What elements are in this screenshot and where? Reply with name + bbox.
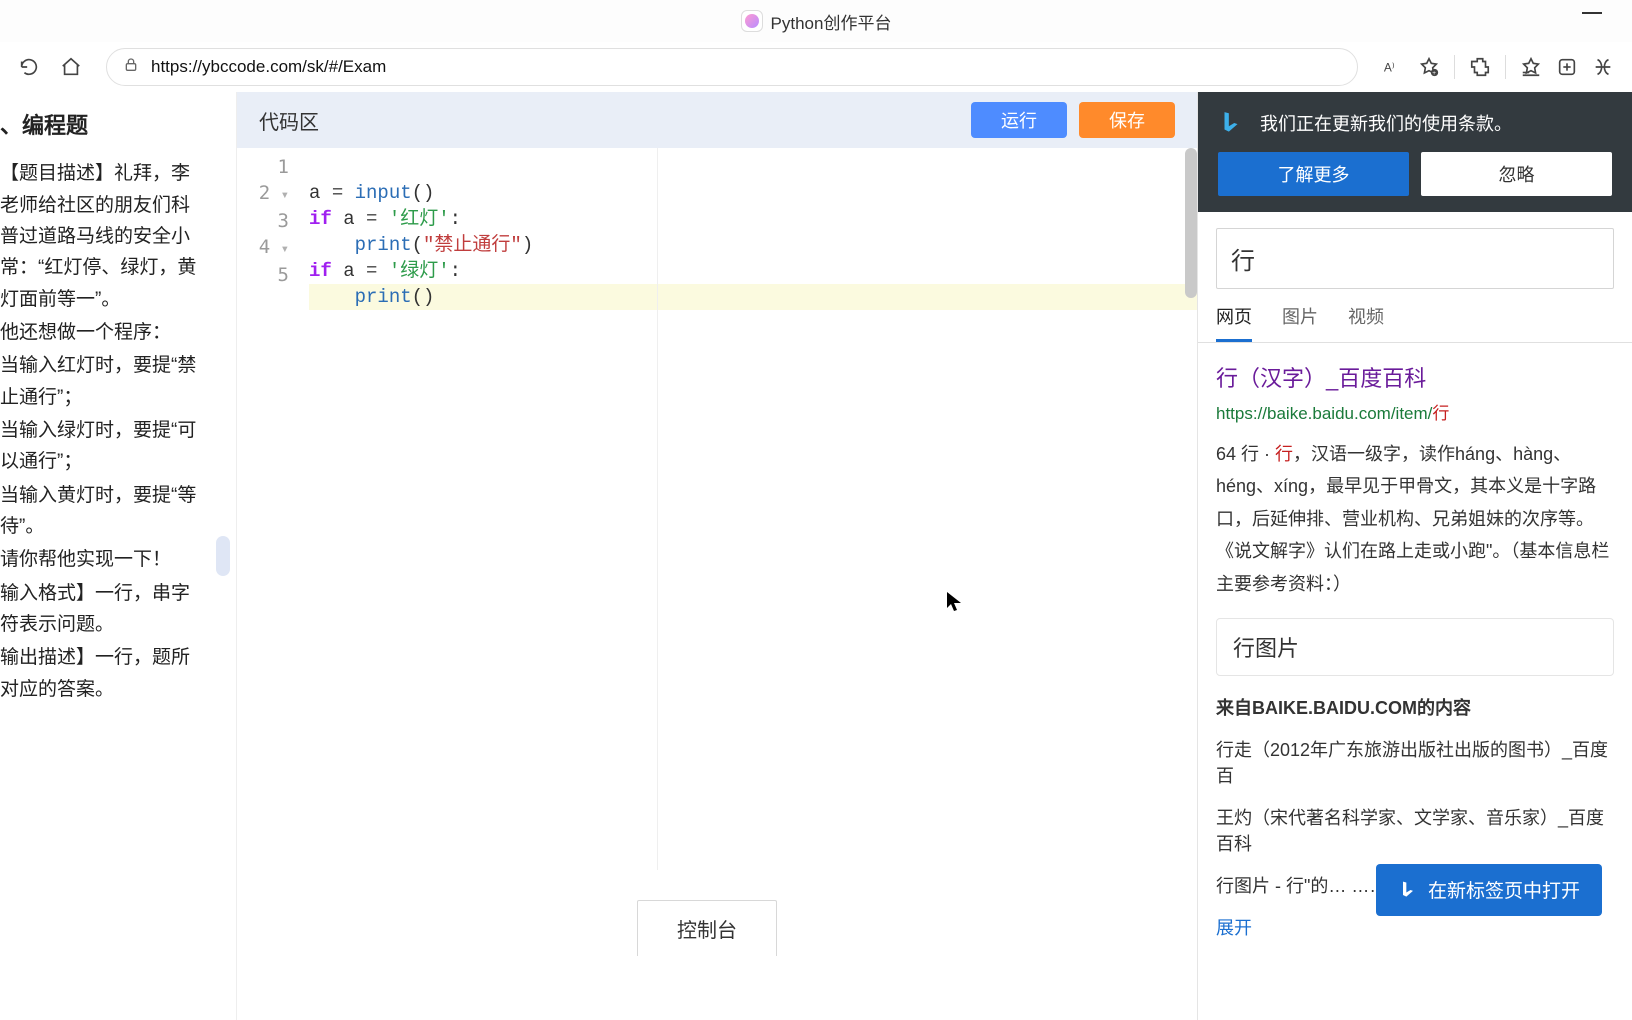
refresh-button[interactable]	[12, 50, 46, 84]
bing-results: 行（汉字）_百度百科 https://baike.baidu.com/item/…	[1198, 343, 1632, 940]
bing-learn-more-button[interactable]: 了解更多	[1218, 152, 1409, 196]
editor-header: 代码区 运行 保存	[237, 92, 1197, 148]
lock-icon	[123, 57, 139, 78]
favorites-list-icon[interactable]	[1514, 50, 1548, 84]
bing-ignore-button[interactable]: 忽略	[1421, 152, 1612, 196]
run-button[interactable]: 运行	[971, 102, 1067, 138]
result-title[interactable]: 行（汉字）_百度百科	[1216, 361, 1614, 393]
window-titlebar: Python创作平台	[0, 0, 1632, 42]
code-editor[interactable]: 1 2 ▾ 3 4 ▾ 5 a = input() if a = '红灯': p…	[237, 148, 1197, 870]
save-button[interactable]: 保存	[1079, 102, 1175, 138]
result-link[interactable]: 行走（2012年广东旅游出版社出版的图书）_百度百	[1216, 736, 1614, 788]
bing-b-icon	[1398, 880, 1418, 900]
svg-text:A⁾: A⁾	[1384, 61, 1395, 75]
problem-text: 当输入黄灯时，要提“等待”。	[0, 480, 206, 543]
svg-text:+: +	[1432, 70, 1436, 77]
console-tab[interactable]: 控制台	[637, 900, 777, 956]
read-aloud-icon[interactable]: A⁾	[1376, 50, 1410, 84]
result-url[interactable]: https://baike.baidu.com/item/行	[1216, 399, 1614, 424]
editor-area-label: 代码区	[259, 106, 959, 135]
line-gutter: 1 2 ▾ 3 4 ▾ 5	[237, 148, 297, 870]
problem-text: 输入格式】一行，串字符表示问题。	[0, 578, 206, 641]
home-button[interactable]	[54, 50, 88, 84]
url-text: https://ybccode.com/sk/#/Exam	[151, 57, 386, 77]
code-content[interactable]: a = input() if a = '红灯': print("禁止通行") i…	[297, 148, 1197, 870]
bing-sidebar: 我们正在更新我们的使用条款。 了解更多 忽略 行 网页 图片 视频 行（汉字）_…	[1197, 92, 1632, 1020]
favorite-icon[interactable]: +	[1412, 50, 1446, 84]
problem-text: 输出描述】一行，题所对应的答案。	[0, 642, 206, 705]
result-image-card[interactable]: 行图片	[1216, 618, 1614, 676]
editor-scrollbar[interactable]	[1185, 148, 1197, 298]
problem-heading: 、编程题	[0, 108, 206, 144]
address-bar[interactable]: https://ybccode.com/sk/#/Exam	[106, 48, 1358, 86]
problem-text: 当输入绿灯时，要提“可以通行”；	[0, 415, 206, 478]
bing-tab-video[interactable]: 视频	[1348, 303, 1384, 342]
bing-tab-web[interactable]: 网页	[1216, 303, 1252, 342]
result-expand[interactable]: 展开	[1216, 914, 1614, 940]
browser-toolbar: https://ybccode.com/sk/#/Exam A⁾ +	[0, 42, 1632, 92]
bing-logo-icon	[1218, 110, 1244, 136]
minimize-icon[interactable]	[1582, 12, 1602, 14]
result-from-label: 来自BAIKE.BAIDU.COM的内容	[1216, 694, 1614, 720]
mouse-cursor	[947, 592, 961, 612]
window-title: Python创作平台	[771, 9, 892, 34]
problem-text: 【题目描述】礼拜，李老师给社区的朋友们科普过道路马线的安全小常：“红灯停、绿灯，…	[0, 158, 206, 315]
bing-search-input[interactable]: 行	[1216, 228, 1614, 289]
open-in-new-tab-button[interactable]: 在新标签页中打开	[1376, 864, 1602, 916]
problem-text: 当输入红灯时，要提“禁止通行”；	[0, 350, 206, 413]
problem-text: 他还想做一个程序：	[0, 317, 206, 348]
extensions-icon[interactable]	[1463, 50, 1497, 84]
bing-terms-text: 我们正在更新我们的使用条款。	[1260, 110, 1512, 136]
editor-panel: 代码区 运行 保存 1 2 ▾ 3 4 ▾ 5 a = input() if a…	[236, 92, 1197, 1020]
bing-terms-banner: 我们正在更新我们的使用条款。 了解更多 忽略	[1198, 92, 1632, 212]
bing-tab-image[interactable]: 图片	[1282, 303, 1318, 342]
problem-panel: 、编程题 【题目描述】礼拜，李老师给社区的朋友们科普过道路马线的安全小常：“红灯…	[0, 92, 210, 1020]
collections-icon[interactable]	[1550, 50, 1584, 84]
problem-text: 请你帮他实现一下！	[0, 544, 206, 575]
browser-menu-icon[interactable]	[1586, 50, 1620, 84]
result-snippet: 64 行 · 行，汉语一级字，读作háng、hàng、héng、xíng，最早见…	[1216, 438, 1614, 600]
result-link[interactable]: 王灼（宋代著名科学家、文学家、音乐家）_百度百科	[1216, 804, 1614, 856]
panel-splitter[interactable]	[210, 92, 236, 1020]
bing-result-tabs: 网页 图片 视频	[1198, 289, 1632, 343]
app-icon	[741, 10, 763, 32]
